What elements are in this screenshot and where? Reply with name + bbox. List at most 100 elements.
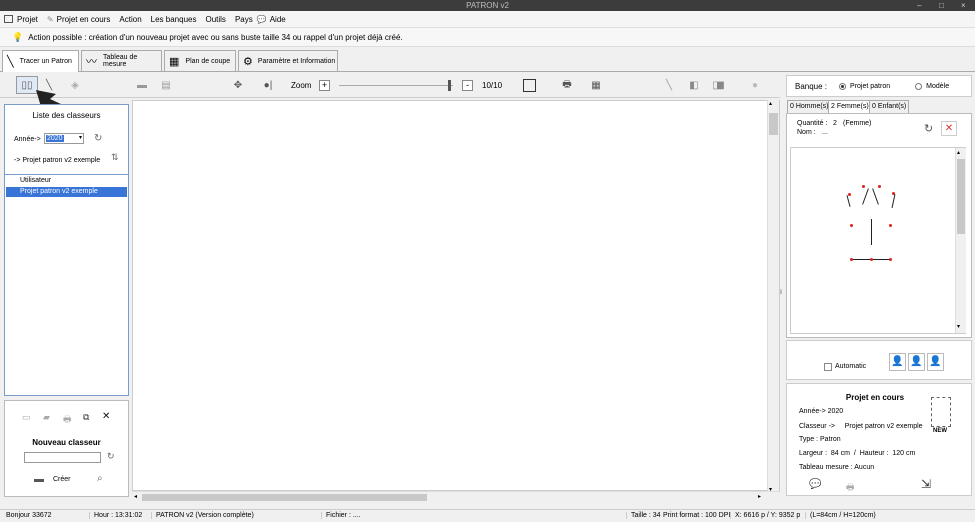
scroll-right-icon[interactable]: ▸ bbox=[758, 493, 761, 500]
canvas-horizontal-scrollbar[interactable]: ◂ ▸ bbox=[132, 491, 780, 503]
menu-les-banques[interactable]: Les banques bbox=[151, 15, 197, 24]
panel-splitter[interactable]: ‖ bbox=[780, 290, 784, 300]
zoom-slider-thumb[interactable] bbox=[448, 80, 451, 91]
scroll-up-icon[interactable]: ▴ bbox=[769, 100, 772, 107]
tab-label: Tableau de mesure bbox=[103, 54, 138, 68]
preview-scroll-thumb[interactable] bbox=[957, 159, 965, 234]
pattern-point bbox=[892, 192, 895, 195]
status-version: PATRON v2 (Version complète) bbox=[151, 512, 254, 519]
status-file: Fichier : .... bbox=[321, 512, 361, 519]
new-binder-input[interactable] bbox=[24, 452, 101, 463]
search-icon[interactable]: ⌕ bbox=[97, 473, 103, 484]
pattern-line bbox=[871, 219, 872, 245]
menu-action[interactable]: Action bbox=[119, 15, 141, 24]
project-binder: Classeur -> Projet patron v2 exemple bbox=[799, 423, 923, 430]
head-profile-icon[interactable]: ● bbox=[746, 76, 764, 94]
grid-icon[interactable]: ▦ bbox=[587, 76, 605, 94]
close-red-icon[interactable]: ✕ bbox=[941, 121, 957, 136]
sort-icon[interactable]: ⇅ bbox=[111, 152, 119, 163]
close-icon[interactable]: × bbox=[961, 0, 966, 11]
print-project-icon[interactable]: 🖶 bbox=[846, 480, 855, 496]
project-type: Type : Patron bbox=[799, 436, 841, 443]
tab-enfant[interactable]: 0 Enfant(s) bbox=[869, 100, 910, 113]
project-link[interactable]: -> Projet patron v2 exemple bbox=[14, 157, 100, 164]
menu-pays[interactable]: Pays bbox=[235, 15, 253, 24]
tree-item-projet[interactable]: Projet patron v2 exemple bbox=[6, 187, 127, 197]
radio-projet-patron[interactable] bbox=[839, 82, 847, 90]
quantity-unit: (Femme) bbox=[843, 120, 872, 127]
child-avatar-icon[interactable]: 👤 bbox=[927, 353, 944, 371]
tab-tableau-de-mesure[interactable]: 〰 Tableau de mesure bbox=[81, 50, 162, 71]
quantity-value: 2 bbox=[833, 120, 837, 127]
folder-create-icon[interactable]: ▬ bbox=[34, 474, 44, 485]
pattern-point bbox=[850, 224, 853, 227]
binder-edit-icon[interactable]: ▰ bbox=[43, 412, 50, 423]
binder-add-icon[interactable]: ▭ bbox=[22, 412, 31, 423]
preview-scrollbar[interactable]: ▴ ▾ bbox=[955, 148, 966, 333]
pattern-point bbox=[889, 258, 892, 261]
zoom-slider-track[interactable] bbox=[339, 85, 453, 86]
comment-icon[interactable]: 💬 bbox=[809, 479, 821, 490]
status-hour: Hour : 13:31:02 bbox=[89, 512, 142, 519]
automatic-checkbox[interactable] bbox=[824, 363, 832, 371]
zoom-out-button[interactable]: - bbox=[462, 80, 473, 91]
tab-label: Plan de coupe bbox=[185, 57, 231, 65]
print-icon[interactable]: 🖶 bbox=[63, 412, 72, 428]
pencil-icon: ╲ bbox=[7, 56, 14, 68]
document-icon[interactable]: ▤ bbox=[157, 76, 175, 94]
head-icon[interactable]: ●| bbox=[257, 76, 279, 94]
project-size: Largeur : 84 cm / Hauteur : 120 cm bbox=[799, 450, 916, 457]
scroll-left-icon[interactable]: ◂ bbox=[134, 493, 137, 500]
man-avatar-icon[interactable]: 👤 bbox=[889, 353, 906, 371]
tab-plan-de-coupe[interactable]: ▦ Plan de coupe bbox=[164, 50, 236, 71]
project-icon: ✎ bbox=[46, 14, 54, 24]
create-button[interactable]: Créer bbox=[53, 476, 71, 483]
quantity-label: Quantité : bbox=[797, 120, 828, 127]
menu-projet[interactable]: Projet bbox=[17, 15, 38, 24]
needle-icon[interactable]: ╲ bbox=[660, 76, 678, 94]
tab-homme[interactable]: 0 Homme(s) bbox=[787, 100, 832, 113]
tree-item-utilisateur[interactable]: Utilisateur bbox=[20, 177, 51, 184]
refresh-small-icon[interactable]: ↻ bbox=[107, 451, 115, 462]
horizontal-scroll-thumb[interactable] bbox=[142, 494, 427, 501]
copy-icon[interactable]: ⧉ bbox=[83, 412, 89, 423]
folder-icon[interactable]: ▬ bbox=[133, 76, 151, 94]
export-icon[interactable]: ⇲ bbox=[921, 477, 931, 491]
menu-outils[interactable]: Outils bbox=[205, 15, 225, 24]
pattern-point bbox=[878, 185, 881, 188]
tab-femme[interactable]: 2 Femme(s) bbox=[828, 100, 872, 113]
zoom-in-button[interactable]: + bbox=[319, 80, 330, 91]
printer-icon[interactable]: 🖶 bbox=[558, 76, 576, 94]
refresh-pattern-icon[interactable]: ↻ bbox=[924, 122, 933, 135]
torso-front-icon[interactable]: ◧ bbox=[685, 76, 703, 94]
preview-scroll-up-icon[interactable]: ▴ bbox=[957, 149, 960, 156]
tab-parametre-information[interactable]: ⚙ Paramètre et Information bbox=[238, 50, 338, 71]
title-bar: PATRON v2 – □ × bbox=[0, 0, 975, 11]
maximize-icon[interactable]: □ bbox=[939, 0, 944, 11]
canvas-vertical-scrollbar[interactable]: ▴ ▾ bbox=[767, 100, 779, 496]
minimize-icon[interactable]: – bbox=[917, 0, 921, 11]
woman-avatar-icon[interactable]: 👤 bbox=[908, 353, 925, 371]
year-select[interactable]: 2020 ▾ bbox=[44, 133, 84, 144]
move-icon[interactable]: ✥ bbox=[229, 76, 247, 94]
radio-modele-label: Modèle bbox=[926, 82, 950, 90]
page-frame-icon[interactable] bbox=[523, 79, 536, 92]
drawing-canvas[interactable] bbox=[132, 100, 780, 491]
measure-icon: 〰 bbox=[86, 56, 97, 68]
bank-selector: Banque : Projet patron Modèle bbox=[786, 75, 972, 97]
menu-aide[interactable]: Aide bbox=[270, 15, 286, 24]
tab-tracer-un-patron[interactable]: ╲ Tracer un Patron bbox=[2, 50, 79, 72]
pattern-point bbox=[850, 258, 853, 261]
vertical-scroll-thumb[interactable] bbox=[769, 113, 778, 135]
year-label: Année-> bbox=[14, 136, 41, 143]
automatic-label: Automatic bbox=[835, 363, 867, 370]
delete-icon[interactable]: ✕ bbox=[102, 411, 110, 422]
project-tree: Utilisateur Projet patron v2 exemple bbox=[5, 174, 128, 395]
preview-scroll-down-icon[interactable]: ▾ bbox=[957, 323, 960, 330]
radio-modele[interactable] bbox=[915, 82, 923, 90]
menu-projet-en-cours[interactable]: Projet en cours bbox=[57, 15, 111, 24]
torso-side-icon[interactable]: ▮ bbox=[718, 76, 726, 94]
refresh-icon[interactable]: ↻ bbox=[94, 133, 102, 144]
info-bar: 💡 Action possible : création d'un nouvea… bbox=[0, 27, 975, 47]
status-bar: Bonjour 33672 Hour : 13:31:02 PATRON v2 … bbox=[0, 509, 975, 522]
